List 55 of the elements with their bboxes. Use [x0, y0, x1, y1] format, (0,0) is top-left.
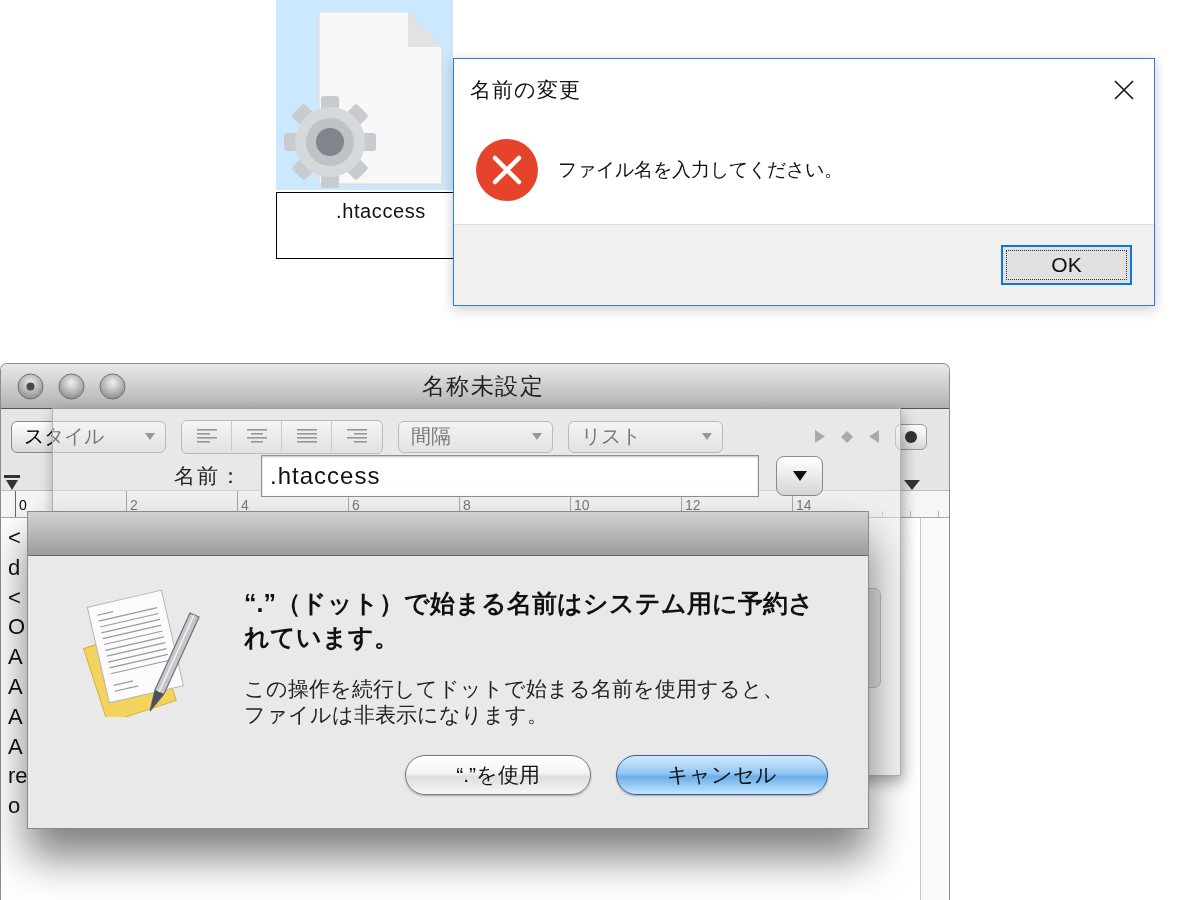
ok-button[interactable]: OK	[1001, 245, 1132, 285]
file-item[interactable]	[276, 0, 453, 190]
ruler-label: 14	[796, 497, 812, 513]
ruler-label: 2	[130, 497, 138, 513]
align-center-icon	[246, 428, 267, 443]
alert-heading: “.”（ドット）で始まる名前はシステム用に予約されています。	[244, 588, 815, 653]
close-button[interactable]	[17, 372, 44, 400]
text-line: O	[8, 613, 26, 642]
text-line: re	[8, 762, 28, 791]
triangle-left-icon[interactable]	[869, 430, 879, 443]
caret-icon	[145, 433, 155, 440]
caret-icon	[702, 433, 712, 440]
ruler-label: 8	[463, 497, 471, 513]
indent-marker-icon[interactable]	[4, 475, 20, 490]
ruler-label: 12	[685, 497, 701, 513]
diamond-icon[interactable]	[841, 430, 853, 443]
dialog-title: 名前の変更	[470, 77, 581, 103]
zoom-button[interactable]	[99, 372, 126, 400]
document-gear-icon	[283, 12, 443, 190]
justify-icon	[296, 428, 317, 443]
error-icon	[476, 138, 538, 201]
dialog-message: ファイル名を入力してください。	[558, 158, 843, 182]
ruler-label: 4	[241, 497, 249, 513]
text-line: A	[8, 643, 23, 672]
text-line: d	[8, 553, 21, 582]
close-icon	[1114, 80, 1134, 100]
rename-field[interactable]: .htaccess	[276, 192, 453, 259]
text-line: <	[8, 524, 21, 552]
use-dot-button[interactable]: “.”を使用	[405, 755, 591, 795]
text-line: <	[8, 583, 21, 612]
alignment-control[interactable]	[181, 419, 383, 454]
caret-icon	[532, 433, 542, 440]
align-left-icon	[196, 428, 217, 443]
name-field[interactable]: .htaccess	[261, 455, 759, 497]
text-line: o	[8, 792, 21, 821]
cancel-button[interactable]: キャンセル	[616, 755, 828, 795]
name-label: 名前：	[174, 463, 243, 489]
caret-icon	[792, 471, 807, 481]
popup-button[interactable]: リスト	[568, 420, 723, 453]
text-line: A	[8, 673, 23, 701]
minimize-button[interactable]	[58, 372, 85, 400]
disclosure-button[interactable]	[776, 456, 823, 496]
toolbar-button[interactable]	[895, 423, 927, 450]
dot-icon	[905, 430, 917, 443]
popup-button[interactable]: 間隔	[398, 420, 553, 453]
scrollbar[interactable]	[920, 518, 949, 900]
ruler-label: 6	[352, 497, 360, 513]
triangle-right-icon[interactable]	[815, 430, 825, 443]
alert-message: この操作を続行してドットで始まる名前を使用すると、ファイルは非表示になります。	[244, 676, 784, 728]
text-line: A	[8, 732, 23, 761]
ruler-label: 10	[574, 497, 590, 513]
text-line: A	[8, 702, 23, 731]
align-right-icon	[347, 428, 367, 443]
ruler-label: 0	[19, 497, 27, 513]
window-title: 名称未設定	[421, 371, 545, 401]
